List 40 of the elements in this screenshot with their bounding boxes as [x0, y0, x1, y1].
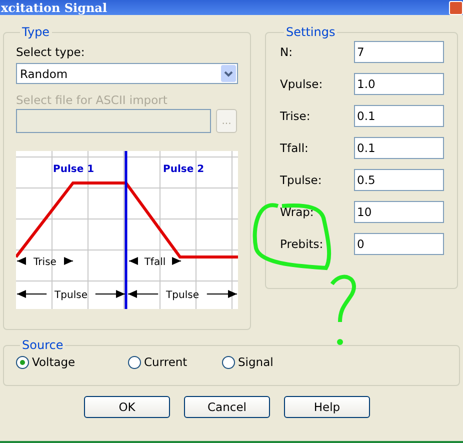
radio-label: Voltage: [32, 355, 76, 369]
span-arrow: [16, 257, 74, 265]
group-title: Source: [21, 338, 64, 352]
span-label: Trise: [34, 257, 56, 268]
field-label: Wrap:: [280, 205, 315, 219]
span-label: Tpulse: [166, 290, 199, 301]
value-field[interactable]: 1.0: [354, 73, 444, 95]
radio-label: Signal: [238, 355, 274, 369]
pulse-label: Pulse 2: [163, 164, 204, 175]
dialog-button[interactable]: Cancel: [184, 396, 270, 418]
value-field[interactable]: 0.1: [354, 105, 444, 127]
span-label: Tpulse: [54, 290, 88, 301]
pulse-label: Pulse 1: [53, 164, 94, 175]
field-label: Prebits:: [280, 237, 324, 251]
dialog-button[interactable]: OK: [84, 396, 170, 418]
radio-button[interactable]: [128, 356, 141, 368]
field-label: Trise:: [280, 109, 312, 123]
field-label: Tfall:: [280, 141, 310, 155]
value-field[interactable]: 0.1: [354, 137, 444, 159]
field-label: Tpulse:: [280, 173, 323, 187]
value-field[interactable]: 10: [354, 201, 444, 223]
group-title: Type: [21, 25, 51, 39]
radio-button[interactable]: [16, 356, 29, 368]
group-title: Settings: [285, 25, 336, 39]
field-label: Select type:: [16, 45, 86, 59]
close-button[interactable]: [449, 0, 463, 14]
field-label: Select file for ASCII import: [16, 93, 168, 107]
window-title: xcitation Signal: [1, 0, 108, 14]
span-label: Tfall: [144, 257, 166, 268]
dialog-button[interactable]: Help: [284, 396, 370, 418]
type-dropdown[interactable]: Random: [16, 63, 238, 84]
span-arrow: [128, 257, 182, 265]
value-field[interactable]: 7: [354, 41, 444, 63]
value-field[interactable]: 0.5: [354, 169, 444, 191]
radio-button[interactable]: [222, 356, 235, 368]
caret-icon: [221, 65, 236, 82]
radio-label: Current: [144, 355, 188, 369]
field-label: N:: [280, 45, 294, 59]
field-label: Vpulse:: [280, 77, 324, 91]
value-field[interactable]: 0: [354, 233, 444, 255]
